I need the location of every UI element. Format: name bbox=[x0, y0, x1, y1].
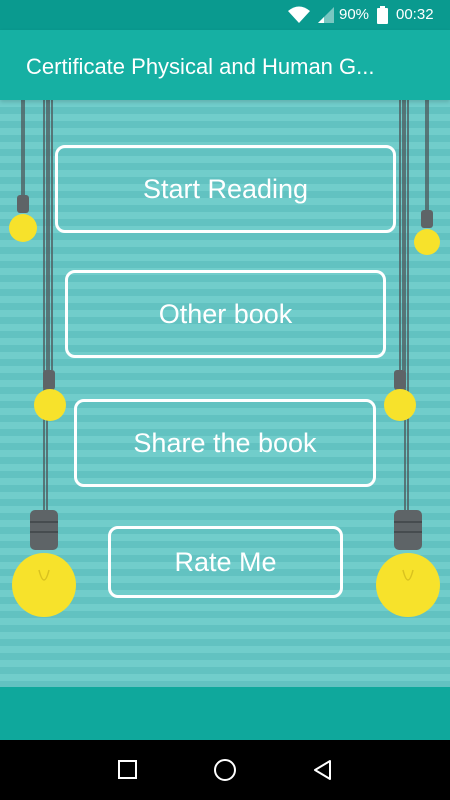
bottom-banner-area bbox=[0, 687, 450, 740]
system-navigation-bar bbox=[0, 740, 450, 800]
start-reading-button[interactable]: Start Reading bbox=[55, 145, 396, 233]
wifi-icon bbox=[287, 6, 311, 28]
app-screen: 90% 00:32 Certificate Physical and Human… bbox=[0, 0, 450, 800]
signal-icon bbox=[318, 7, 336, 27]
share-book-label: Share the book bbox=[133, 427, 317, 458]
other-book-label: Other book bbox=[158, 298, 293, 329]
lightbulb-icon bbox=[9, 195, 37, 242]
app-toolbar: Certificate Physical and Human G... bbox=[0, 30, 450, 100]
back-icon[interactable] bbox=[311, 758, 335, 782]
rate-me-label: Rate Me bbox=[174, 546, 277, 577]
app-title: Certificate Physical and Human G... bbox=[26, 54, 375, 79]
other-book-button[interactable]: Other book bbox=[65, 270, 386, 358]
home-icon[interactable] bbox=[213, 758, 237, 782]
battery-percentage: 90% bbox=[339, 6, 370, 23]
rate-me-button[interactable]: Rate Me bbox=[108, 526, 343, 598]
status-bar: 90% 00:32 bbox=[0, 0, 450, 30]
lightbulb-icon bbox=[34, 370, 66, 421]
lightbulb-icon bbox=[384, 370, 416, 421]
share-book-button[interactable]: Share the book bbox=[74, 399, 376, 487]
lightbulb-icon bbox=[12, 510, 76, 617]
recent-apps-icon[interactable] bbox=[116, 758, 140, 782]
lightbulb-icon bbox=[376, 510, 440, 617]
status-clock: 00:32 bbox=[396, 6, 434, 23]
lightbulb-icon bbox=[414, 210, 440, 255]
main-content: Start Reading Other book Share the book … bbox=[0, 100, 450, 687]
start-reading-label: Start Reading bbox=[142, 173, 309, 204]
battery-icon bbox=[377, 6, 388, 28]
